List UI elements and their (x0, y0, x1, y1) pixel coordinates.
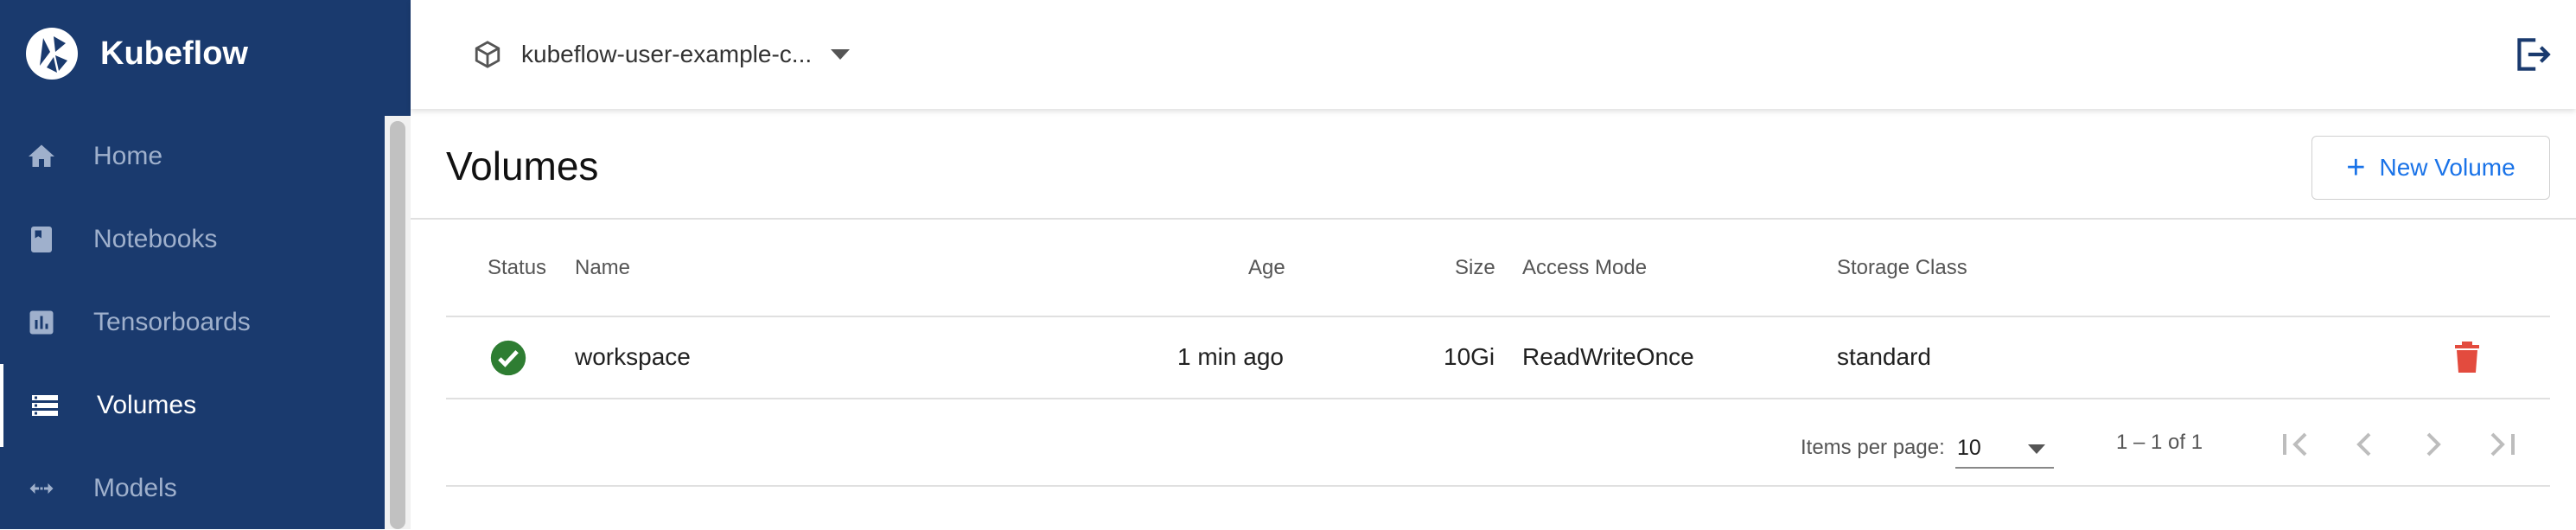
logout-icon[interactable] (2510, 33, 2554, 76)
page-size-select[interactable]: 10 (1955, 429, 2054, 469)
arrows-icon (29, 483, 54, 494)
column-header-name[interactable]: Name (575, 256, 630, 280)
chevron-down-icon (831, 49, 851, 60)
column-header-status[interactable]: Status (488, 256, 546, 280)
sidebar-item-label: Volumes (97, 391, 197, 419)
kubeflow-logo-icon (26, 28, 78, 80)
cell-access-mode: ReadWriteOnce (1522, 343, 1694, 370)
sidebar-item-label: Notebooks (93, 225, 218, 253)
divider (446, 485, 2550, 487)
sidebar-item-label: Models (93, 474, 177, 502)
next-page-icon[interactable] (2413, 424, 2454, 465)
package-icon (475, 41, 501, 68)
namespace-selector[interactable]: kubeflow-user-example-c... (473, 33, 851, 76)
page-size-value: 10 (1957, 436, 1981, 460)
cell-size: 10Gi (1444, 343, 1495, 370)
sidebar-item-models[interactable]: Models (0, 447, 385, 530)
home-icon (29, 144, 54, 167)
chevron-down-icon (2028, 444, 2045, 454)
cell-storage-class: standard (1837, 343, 1931, 370)
sidebar-item-label: Tensorboards (93, 308, 251, 336)
sidebar-item-label: Home (93, 142, 163, 170)
new-volume-button[interactable]: + New Volume (2311, 136, 2550, 200)
cell-name[interactable]: workspace (575, 343, 691, 371)
sidebar-item-notebooks[interactable]: Notebooks (0, 198, 385, 281)
column-header-storage-class[interactable]: Storage Class (1837, 256, 1967, 280)
sidebar: Kubeflow Home Notebooks Tensorboards Vol… (0, 0, 411, 529)
delete-icon[interactable] (2453, 340, 2481, 374)
sidebar-item-tensorboards[interactable]: Tensorboards (0, 281, 385, 364)
divider (446, 316, 2550, 317)
page-range-label: 1 – 1 of 1 (2116, 431, 2203, 454)
column-header-access-mode[interactable]: Access Mode (1522, 256, 1647, 280)
chart-icon (29, 310, 54, 335)
column-header-age[interactable]: Age (1248, 256, 1285, 280)
previous-page-icon[interactable] (2343, 424, 2385, 465)
sidebar-scroll-thumb[interactable] (390, 121, 405, 529)
new-volume-label: New Volume (2379, 154, 2515, 181)
cell-age: 1 min ago (1177, 343, 1284, 370)
sidebar-item-home[interactable]: Home (0, 115, 385, 198)
sidebar-item-volumes[interactable]: Volumes (0, 364, 385, 447)
namespace-label: kubeflow-user-example-c... (521, 41, 813, 67)
notebook-icon (31, 227, 52, 252)
items-per-page-label: Items per page: (1801, 436, 1945, 459)
page-title: Volumes (446, 144, 599, 188)
divider (446, 398, 2550, 399)
storage-icon (32, 395, 58, 416)
first-page-icon[interactable] (2274, 424, 2316, 465)
plus-icon: + (2346, 150, 2366, 186)
last-page-icon[interactable] (2482, 424, 2523, 465)
app-name: Kubeflow (100, 35, 248, 72)
top-bar: kubeflow-user-example-c... (411, 0, 2576, 109)
brand[interactable]: Kubeflow (24, 26, 248, 81)
column-header-size[interactable]: Size (1455, 256, 1495, 280)
check-circle-icon (490, 340, 526, 376)
divider (411, 218, 2576, 220)
